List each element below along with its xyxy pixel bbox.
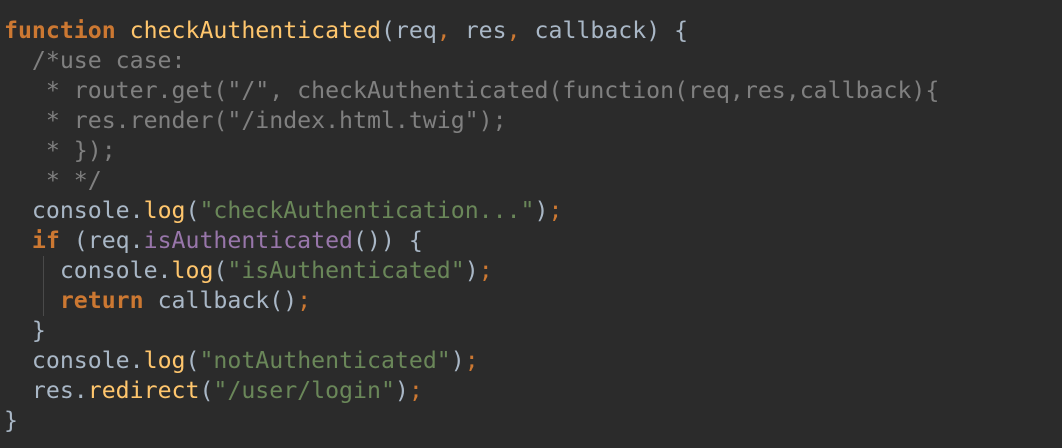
code-line[interactable]: * router.get("/", checkAuthenticated(fun…	[4, 76, 939, 106]
code-token: * res.render("/index.html.twig");	[4, 107, 507, 134]
code-token: "isAuthenticated"	[227, 257, 465, 284]
code-token: console.	[4, 347, 144, 374]
code-token: (	[380, 17, 395, 44]
code-editor[interactable]: function checkAuthenticated(req, res, ca…	[0, 0, 1062, 448]
code-token: "/user/login"	[213, 377, 395, 404]
code-token: function	[4, 17, 116, 44]
code-token: ) {	[646, 17, 689, 44]
code-line[interactable]: console.log("notAuthenticated");	[4, 346, 939, 376]
code-token: res	[464, 17, 507, 44]
code-line[interactable]: function checkAuthenticated(req, res, ca…	[4, 16, 939, 46]
code-token: (	[213, 257, 228, 284]
code-token: res.	[4, 377, 88, 404]
code-token: log	[171, 257, 214, 284]
code-token: (	[199, 377, 214, 404]
code-token: ;	[464, 347, 479, 374]
code-token: "checkAuthentication..."	[199, 197, 535, 224]
code-token: * router.get("/", checkAuthenticated(fun…	[4, 77, 940, 104]
code-token: (	[185, 197, 200, 224]
code-token: checkAuthenticated	[129, 17, 381, 44]
code-token: log	[143, 347, 186, 374]
code-token: log	[143, 197, 186, 224]
code-token: redirect	[87, 377, 200, 404]
code-token: }	[4, 317, 46, 344]
code-line[interactable]: * });	[4, 136, 939, 166]
code-token: if	[31, 227, 60, 254]
code-token: (	[185, 347, 200, 374]
code-line[interactable]: console.log("checkAuthentication...");	[4, 196, 939, 226]
code-token: callback	[534, 17, 647, 44]
code-line[interactable]: * */	[4, 166, 939, 196]
code-token: }	[4, 407, 18, 434]
code-token: ,	[506, 17, 535, 44]
code-line[interactable]: res.redirect("/user/login");	[4, 376, 939, 406]
code-line[interactable]: }	[4, 316, 939, 346]
code-token: /*use case:	[4, 47, 186, 74]
code-token: (req.	[59, 227, 144, 254]
indent-guide	[43, 286, 44, 316]
code-token: )	[394, 377, 409, 404]
code-token: ;	[548, 197, 563, 224]
code-line[interactable]: /*use case:	[4, 46, 939, 76]
code-token: ;	[408, 377, 423, 404]
code-token: req	[394, 17, 437, 44]
indent-guide	[43, 256, 44, 286]
code-token: ()) {	[353, 227, 423, 254]
code-token: callback()	[143, 287, 298, 314]
code-token: console.	[4, 257, 172, 284]
code-token: )	[534, 197, 549, 224]
code-token: )	[450, 347, 465, 374]
code-token: ;	[478, 257, 493, 284]
code-token: isAuthenticated	[143, 227, 354, 254]
code-token: * });	[4, 137, 116, 164]
code-line[interactable]: if (req.isAuthenticated()) {	[4, 226, 939, 256]
code-line[interactable]: return callback();	[4, 286, 939, 316]
code-area[interactable]: function checkAuthenticated(req, res, ca…	[4, 16, 939, 436]
code-line[interactable]: console.log("isAuthenticated");	[4, 256, 939, 286]
code-token: ,	[436, 17, 465, 44]
code-token: console.	[4, 197, 144, 224]
code-token: )	[464, 257, 479, 284]
code-token: ;	[297, 287, 312, 314]
code-line[interactable]: * res.render("/index.html.twig");	[4, 106, 939, 136]
code-token: * */	[4, 167, 102, 194]
code-line[interactable]: }	[4, 406, 939, 436]
code-token: "notAuthenticated"	[199, 347, 451, 374]
code-token: return	[59, 287, 144, 314]
